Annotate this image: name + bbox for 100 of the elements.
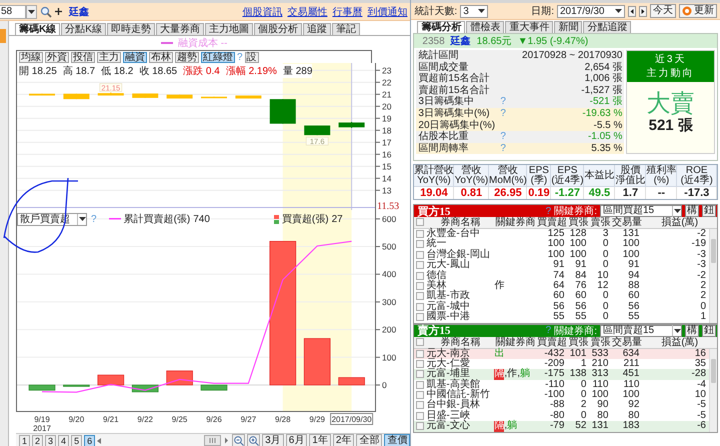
table-cell-text: 0 [602, 239, 610, 250]
toolbar-toggle[interactable]: 外資 [45, 52, 69, 63]
table-cell-text: -79 [548, 421, 566, 432]
range-button[interactable]: 查價 [384, 434, 410, 446]
table-button[interactable]: 構 [685, 205, 699, 217]
toolbar-toggle[interactable]: 紅綠燈 [201, 52, 235, 63]
date-field[interactable]: 2017/9/30 [557, 4, 625, 18]
axis-label: 16 [382, 149, 392, 160]
zoom-out-icon[interactable] [232, 434, 246, 446]
checkbox[interactable] [416, 218, 424, 226]
checkbox[interactable] [416, 272, 424, 280]
checkbox[interactable] [416, 412, 424, 420]
plus-icon[interactable] [55, 8, 62, 15]
stat-label: 區間成交量 [418, 62, 470, 73]
table-button[interactable]: 構 [685, 324, 699, 337]
tab[interactable]: 體檢表 [466, 21, 504, 33]
tab[interactable]: 重大事件 [505, 21, 554, 33]
toolbar-toggle[interactable]: 趨勢 [175, 52, 199, 63]
toolbar-toggle[interactable]: 融資 [123, 52, 147, 63]
toolbar-toggle[interactable]: 投信 [71, 52, 95, 63]
range-button[interactable]: 1年 [309, 434, 331, 446]
tab[interactable]: 追蹤 [302, 23, 331, 35]
table-button[interactable]: 鈕 [702, 205, 716, 217]
days-select[interactable]: 3 [460, 4, 488, 18]
checkbox[interactable] [416, 240, 424, 248]
checkbox[interactable] [416, 338, 424, 346]
stock-code: 2358 [422, 36, 445, 46]
dropdown-button[interactable] [26, 4, 37, 18]
next-icon[interactable] [639, 6, 647, 16]
info-link[interactable]: 個股資訊 [242, 4, 282, 18]
tab[interactable]: 筆記 [332, 23, 360, 35]
checkbox[interactable] [416, 261, 424, 270]
broker-filter-select[interactable]: 區間賣超15 [600, 324, 682, 337]
scrollbar[interactable] [709, 229, 717, 323]
tab[interactable]: 分點追蹤 [583, 21, 632, 33]
checkbox[interactable] [416, 250, 424, 259]
checkbox[interactable] [416, 422, 424, 430]
info-link[interactable]: 到價通知 [367, 4, 408, 18]
stat-value: -1.05 % [586, 131, 622, 143]
checkbox[interactable] [416, 391, 424, 400]
checkbox[interactable] [416, 313, 424, 322]
stock-name-link[interactable]: 廷鑫 [450, 34, 471, 48]
checkbox[interactable] [416, 350, 424, 358]
table-button[interactable]: 鈕 [702, 324, 716, 337]
info-link[interactable]: 交易屬性 [287, 4, 328, 18]
toolbar-toggle[interactable]: 均線 [19, 52, 43, 63]
info-link[interactable]: 行事曆 [332, 4, 362, 18]
caret-icon [674, 209, 680, 213]
today-button[interactable]: 今天 [650, 4, 676, 18]
tab[interactable]: 新聞 [554, 21, 582, 33]
stock-code-field[interactable]: 58 [0, 4, 26, 18]
page-button[interactable]: 1 [19, 434, 30, 446]
search-icon[interactable] [40, 6, 52, 18]
stat-value: -1,527 張 [580, 84, 622, 96]
column-header: EPS [528, 166, 549, 176]
column-header: 本益比 [584, 170, 614, 180]
checkbox[interactable] [416, 230, 424, 238]
tab[interactable]: 籌碼K線 [15, 23, 60, 35]
table-cell-text: 2 [580, 400, 588, 411]
toolbar-toggle[interactable]: 布林 [149, 52, 173, 63]
checkbox[interactable] [416, 282, 424, 290]
tab[interactable]: 主力地圖 [204, 23, 253, 35]
stock-name-link[interactable]: 廷鑫 [69, 4, 89, 18]
checkbox[interactable] [416, 401, 424, 410]
page-button[interactable]: 6 [84, 434, 96, 446]
zoom-in-icon[interactable] [247, 434, 260, 446]
axis-label: 13 [382, 185, 392, 196]
broker-filter-select[interactable]: 區間買超15 [600, 205, 682, 217]
column-header: 累計營收 [414, 166, 454, 176]
range-button[interactable]: 6月 [286, 434, 308, 446]
range-button[interactable]: 2年 [332, 434, 354, 446]
range-button[interactable]: 全部 [356, 434, 382, 446]
checkbox[interactable] [416, 360, 424, 368]
tab[interactable]: 即時走勢 [106, 23, 155, 35]
table-cell-text: 60 [627, 291, 640, 302]
price-stat: 漲幅 2.19% [226, 65, 277, 78]
page-button[interactable]: 4 [58, 434, 70, 446]
toolbar-toggle[interactable]: 主力 [97, 52, 121, 63]
candle [270, 99, 296, 124]
range-button[interactable]: 3月 [262, 434, 284, 446]
legend-label: 買賣超(張) [282, 212, 329, 226]
page-button[interactable]: 2 [32, 434, 44, 446]
tab[interactable]: 大量券商 [156, 23, 204, 35]
scrollbar-drawing[interactable] [204, 435, 230, 446]
checkbox[interactable] [416, 380, 424, 389]
axis-label: 22 [382, 77, 392, 88]
scrollbar[interactable] [709, 348, 717, 432]
settings-button[interactable]: 設 [244, 52, 259, 63]
tab[interactable]: 分點K線 [61, 23, 106, 35]
refresh-button[interactable]: 更新 [679, 4, 717, 18]
page-button[interactable]: 3 [45, 434, 56, 446]
checkbox[interactable] [416, 370, 424, 378]
tab[interactable]: 籌碼分析 [417, 21, 466, 33]
tab[interactable]: 個股分析 [254, 23, 302, 35]
stat-value: 1,006 張 [584, 73, 622, 85]
checkbox[interactable] [416, 292, 424, 300]
column-header: 關鍵券商 [494, 217, 536, 228]
previous-icon[interactable] [628, 6, 636, 16]
page-button[interactable]: 5 [71, 434, 82, 446]
checkbox[interactable] [416, 302, 424, 311]
